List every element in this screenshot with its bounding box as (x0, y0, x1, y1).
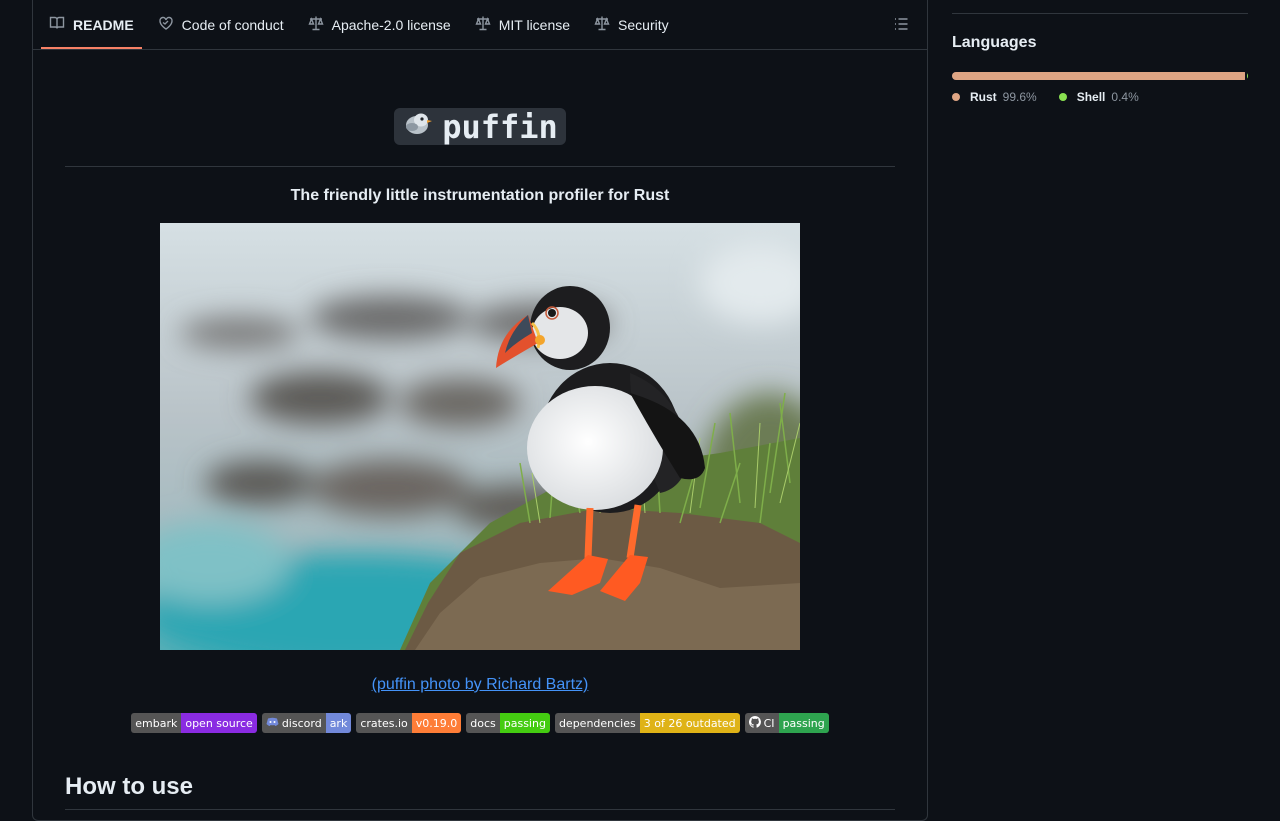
readme-tagline: The friendly little instrumentation prof… (290, 187, 670, 204)
tab-label: Security (618, 16, 669, 33)
sidebar-divider (952, 13, 1248, 14)
language-percent: 0.4% (1111, 90, 1139, 104)
law-icon (594, 15, 610, 34)
tab-security[interactable]: Security (586, 2, 677, 49)
list-unordered-icon (893, 18, 909, 36)
language-bar-segment-shell (1246, 72, 1248, 80)
book-icon (49, 15, 65, 34)
readme-title-heading: puffin (65, 108, 895, 167)
badge-right-label: passing (778, 713, 829, 733)
badge-right-label: 3 of 26 outdated (639, 713, 740, 733)
law-icon (308, 15, 324, 34)
badge-right-label: passing (499, 713, 550, 733)
badge-left: discord (261, 713, 326, 733)
tab-mit-license[interactable]: MIT license (467, 2, 578, 49)
language-color-dot (1058, 93, 1067, 101)
language-percent: 99.6% (1002, 90, 1037, 104)
readme-content: puffin The friendly little instrumentati… (33, 108, 927, 810)
badge-left-label: embark (131, 713, 182, 733)
law-icon (475, 15, 491, 34)
outline-toggle-button[interactable] (893, 16, 911, 34)
photo-caption: (puffin photo by Richard Bartz) (65, 676, 895, 694)
bird-icon (402, 108, 433, 146)
badge-right-label: v0.19.0 (411, 713, 462, 733)
photo-credit-link[interactable]: (puffin photo by Richard Bartz) (372, 676, 589, 693)
readme-tabbar: README Code of conduct Apache-2.0 licens… (33, 0, 927, 50)
github-icon (748, 715, 761, 731)
badge-left-label: discord (281, 716, 322, 730)
readme-title: puffin (394, 107, 566, 146)
tab-label: README (73, 16, 134, 33)
badge-left-label: CI (763, 716, 775, 730)
badge-docs[interactable]: docs passing (466, 713, 550, 733)
badge-left-label: crates.io (356, 713, 412, 733)
badge-left-label: docs (466, 713, 500, 733)
language-item-shell[interactable]: Shell 0.4% (1058, 90, 1139, 104)
badge-discord[interactable]: discord ark (261, 713, 352, 733)
tab-label: MIT license (498, 16, 571, 33)
badge-right-label: ark (325, 713, 352, 733)
language-bar-segment-rust (952, 72, 1245, 80)
badge-ci[interactable]: CI passing (744, 713, 829, 733)
tab-label: Apache-2.0 license (331, 16, 451, 33)
language-item-rust[interactable]: Rust 99.6% (952, 90, 1037, 104)
puffin-photo (160, 223, 800, 650)
languages-bar (952, 72, 1248, 80)
language-name: Shell (1076, 90, 1106, 104)
badge-right-label: open source (181, 713, 257, 733)
badge-dependencies[interactable]: dependencies 3 of 26 outdated (554, 713, 740, 733)
badge-left-label: dependencies (554, 713, 640, 733)
languages-heading: Languages (952, 34, 1037, 51)
heart-icon (158, 15, 174, 34)
languages-list: Rust 99.6% Shell 0.4% (952, 90, 1248, 104)
language-name: Rust (970, 90, 997, 104)
language-color-dot (952, 93, 960, 101)
badge-crates-io[interactable]: crates.io v0.19.0 (356, 713, 462, 733)
discord-icon (266, 717, 279, 730)
badge-embark[interactable]: embark open source (131, 713, 257, 733)
tab-label: Code of conduct (181, 16, 284, 33)
badge-row: embark open source discord ark crates.io… (65, 713, 895, 733)
tab-code-of-conduct[interactable]: Code of conduct (150, 2, 292, 49)
readme-panel: README Code of conduct Apache-2.0 licens… (32, 0, 928, 821)
badge-left: CI (744, 713, 779, 733)
tab-readme[interactable]: README (41, 2, 142, 49)
section-heading-how-to-use: How to use (65, 773, 895, 810)
tab-apache-license[interactable]: Apache-2.0 license (300, 2, 459, 49)
repo-sidebar: Languages Rust 99.6% Shell 0.4% (952, 0, 1248, 104)
readme-title-text: puffin (442, 107, 558, 146)
